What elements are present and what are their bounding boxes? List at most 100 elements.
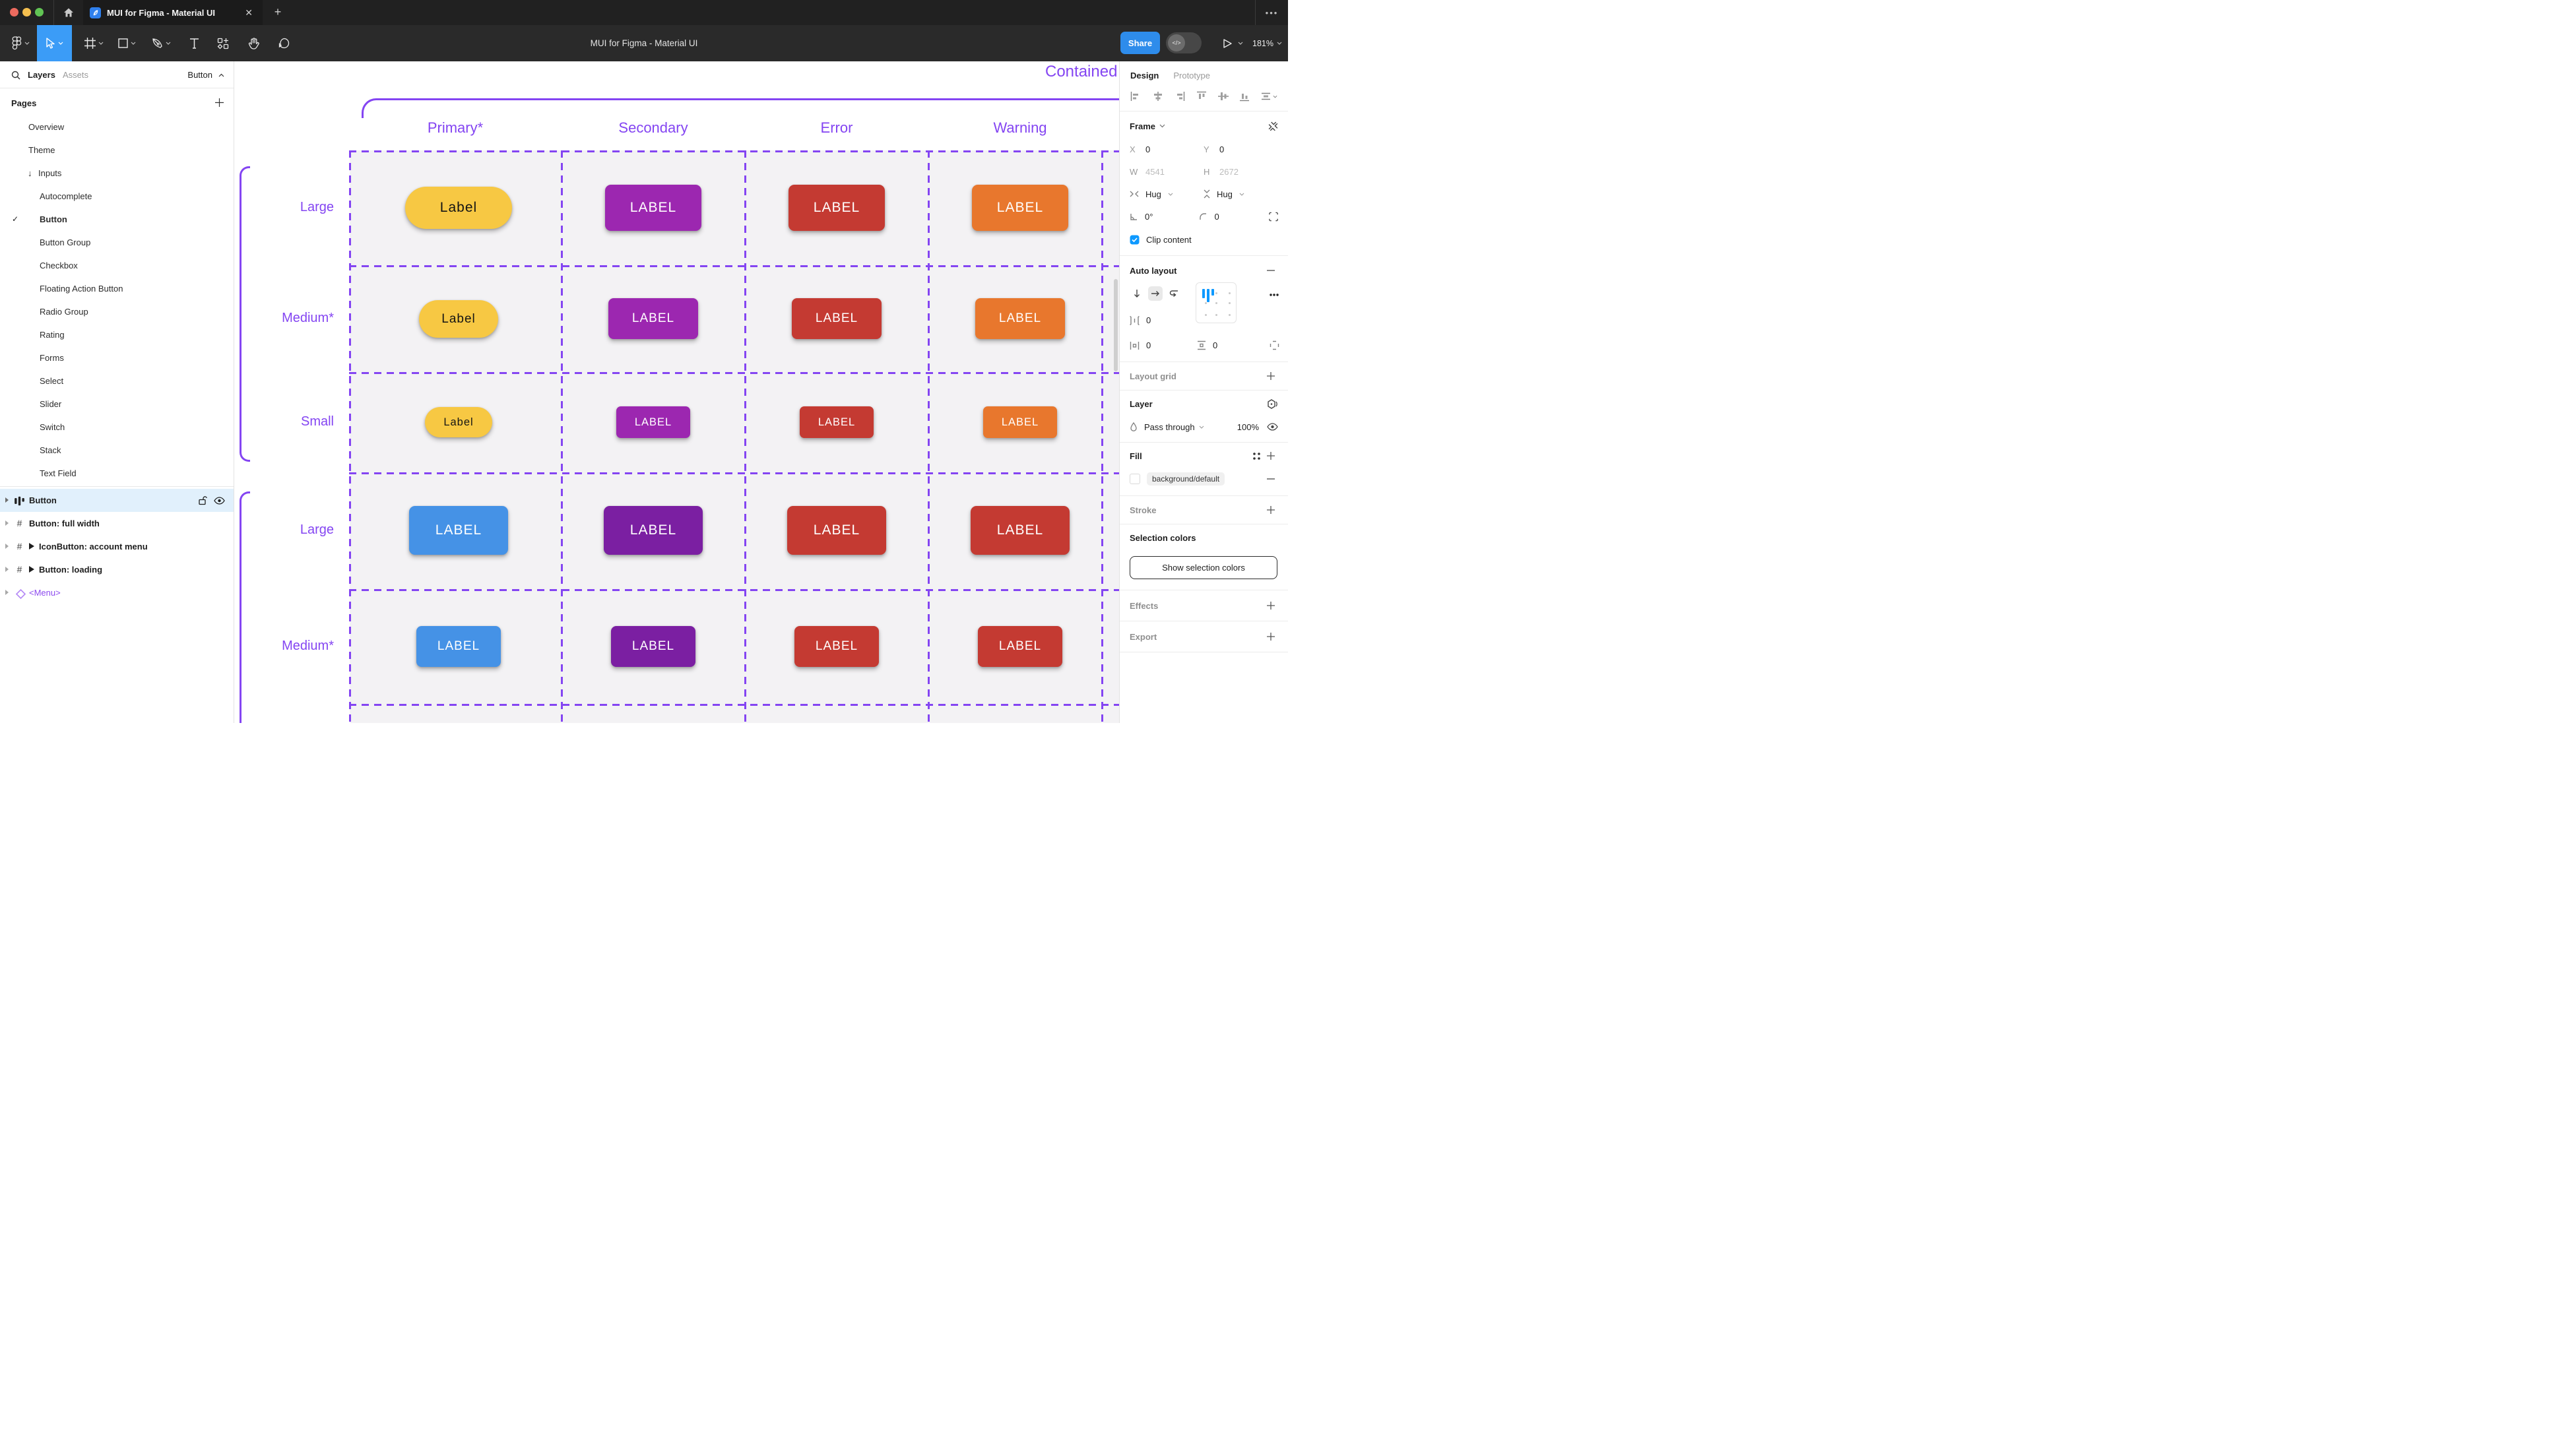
visibility-icon[interactable] — [214, 497, 225, 505]
rotation-field[interactable]: 0° — [1145, 212, 1153, 222]
expand-chevron-icon[interactable] — [5, 497, 9, 503]
button-bottom-primary-medium[interactable]: LABEL — [416, 626, 501, 667]
tab-design[interactable]: Design — [1130, 71, 1159, 80]
layer-row-menu-component[interactable]: <Menu> — [0, 581, 234, 604]
button-contained-warning-small[interactable]: LABEL — [983, 406, 1057, 438]
button-contained-warning-large[interactable]: LABEL — [972, 185, 1068, 231]
align-left-icon[interactable] — [1130, 92, 1141, 101]
fill-token-chip[interactable]: background/default — [1147, 472, 1225, 486]
shape-tool-button[interactable] — [111, 25, 143, 61]
button-contained-error-large[interactable]: LABEL — [789, 185, 885, 231]
fill-color-swatch[interactable] — [1130, 474, 1140, 484]
button-bottom-secondary-large[interactable]: LABEL — [604, 506, 703, 555]
layer-row-button-full-width[interactable]: # Button: full width — [0, 512, 234, 535]
page-item-stack[interactable]: Stack — [0, 439, 234, 462]
show-selection-colors-button[interactable]: Show selection colors — [1130, 556, 1277, 579]
titlebar-more-button[interactable]: ••• — [1255, 0, 1288, 25]
page-item-autocomplete[interactable]: Autocomplete — [0, 185, 234, 208]
blend-mode-icon[interactable] — [1267, 399, 1278, 409]
add-stroke-button[interactable] — [1264, 503, 1278, 517]
button-contained-primary-medium[interactable]: Label — [419, 300, 498, 338]
independent-corners-icon[interactable] — [1269, 212, 1278, 222]
text-tool-button[interactable] — [181, 25, 207, 61]
distribute-menu-button[interactable] — [1261, 92, 1277, 100]
button-bottom-error-large[interactable]: LABEL — [787, 506, 886, 555]
add-export-button[interactable] — [1264, 629, 1278, 644]
page-item-overview[interactable]: Overview — [0, 115, 234, 139]
page-item-slider[interactable]: Slider — [0, 393, 234, 416]
search-icon[interactable] — [11, 71, 20, 80]
align-h-center-icon[interactable] — [1153, 92, 1163, 101]
page-item-inputs[interactable]: ↓Inputs — [0, 162, 234, 185]
button-bottom-secondary-medium[interactable]: LABEL — [611, 626, 695, 667]
y-field[interactable]: 0 — [1219, 144, 1224, 154]
button-contained-secondary-medium[interactable]: LABEL — [608, 298, 698, 339]
layer-row-button[interactable]: Button — [0, 489, 234, 512]
page-selector[interactable]: Button — [187, 70, 212, 80]
tab-layers[interactable]: Layers — [28, 70, 55, 80]
tab-assets[interactable]: Assets — [63, 70, 88, 80]
layer-visibility-icon[interactable] — [1267, 423, 1278, 431]
add-fill-button[interactable] — [1264, 449, 1278, 463]
layer-row-button-loading[interactable]: # Button: loading — [0, 558, 234, 581]
main-menu-button[interactable] — [7, 25, 34, 61]
tab-close-icon[interactable]: ✕ — [242, 6, 256, 20]
layout-horizontal-button[interactable] — [1148, 286, 1163, 301]
collapse-frame-icon[interactable] — [1268, 121, 1278, 131]
align-bottom-icon[interactable] — [1240, 91, 1249, 102]
pen-tool-button[interactable] — [145, 25, 177, 61]
page-item-theme[interactable]: Theme — [0, 139, 234, 162]
align-right-icon[interactable] — [1175, 92, 1185, 101]
canvas-scrollbar[interactable] — [1114, 279, 1118, 371]
button-bottom-warning-large[interactable]: LABEL — [971, 506, 1070, 555]
layer-row-iconbutton-account-menu[interactable]: # IconButton: account menu — [0, 535, 234, 558]
blend-mode-select[interactable]: Pass through — [1144, 422, 1204, 432]
alignment-grid[interactable] — [1196, 282, 1237, 323]
traffic-zoom-button[interactable] — [35, 8, 44, 16]
page-item-floating-action-button[interactable]: Floating Action Button — [0, 277, 234, 300]
align-top-icon[interactable] — [1197, 91, 1206, 102]
corner-radius-field[interactable]: 0 — [1214, 212, 1219, 222]
layout-wrap-button[interactable] — [1167, 286, 1181, 301]
remove-auto-layout-button[interactable] — [1264, 263, 1278, 278]
height-field[interactable]: 2672 — [1219, 167, 1239, 177]
add-page-icon[interactable] — [215, 98, 224, 107]
remove-fill-button[interactable] — [1264, 472, 1278, 486]
width-field[interactable]: 4541 — [1145, 167, 1165, 177]
traffic-close-button[interactable] — [10, 8, 18, 16]
layout-vertical-button[interactable] — [1130, 286, 1144, 301]
page-item-button[interactable]: ✓Button — [0, 208, 234, 231]
page-item-radio-group[interactable]: Radio Group — [0, 300, 234, 323]
canvas-viewport[interactable]: Contained Primary* Secondary Error Warni… — [235, 61, 1119, 723]
horizontal-resizing-select[interactable]: Hug — [1130, 189, 1204, 199]
button-contained-warning-medium[interactable]: LABEL — [975, 298, 1065, 339]
page-item-forms[interactable]: Forms — [0, 346, 234, 369]
present-button[interactable] — [1222, 25, 1243, 61]
button-bottom-primary-large[interactable]: LABEL — [409, 506, 508, 555]
traffic-minimize-button[interactable] — [22, 8, 31, 16]
button-contained-primary-small[interactable]: Label — [425, 407, 492, 437]
gap-field[interactable]: 0 — [1130, 315, 1151, 325]
button-contained-error-medium[interactable]: LABEL — [792, 298, 882, 339]
button-contained-secondary-small[interactable]: LABEL — [616, 406, 690, 438]
clip-content-checkbox[interactable]: Clip content — [1130, 235, 1192, 245]
tab-prototype[interactable]: Prototype — [1173, 71, 1210, 80]
expand-chevron-icon[interactable] — [5, 567, 9, 572]
vertical-resizing-select[interactable]: Hug — [1204, 189, 1277, 199]
x-field[interactable]: 0 — [1145, 144, 1150, 154]
move-tool-button[interactable] — [37, 25, 72, 61]
frame-title[interactable]: Contained — [1045, 63, 1119, 81]
add-layout-grid-button[interactable] — [1264, 369, 1278, 383]
share-button[interactable]: Share — [1120, 32, 1160, 54]
align-v-center-icon[interactable] — [1218, 92, 1229, 101]
add-effect-button[interactable] — [1264, 598, 1278, 613]
expand-chevron-icon[interactable] — [5, 520, 9, 526]
page-item-switch[interactable]: Switch — [0, 416, 234, 439]
expand-chevron-icon[interactable] — [5, 590, 9, 595]
button-contained-error-small[interactable]: LABEL — [800, 406, 874, 438]
zoom-menu[interactable]: 181% — [1252, 25, 1282, 61]
dev-mode-toggle[interactable]: </> — [1166, 32, 1202, 53]
home-button[interactable] — [53, 0, 83, 25]
horizontal-padding-field[interactable]: 0 — [1130, 340, 1151, 350]
button-bottom-warning-medium[interactable]: LABEL — [978, 626, 1062, 667]
